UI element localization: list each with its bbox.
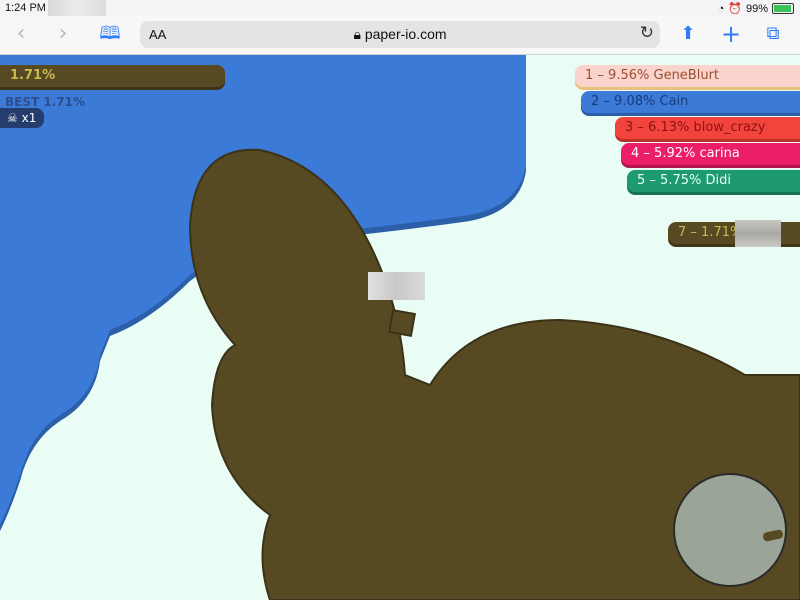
percent: 9.56% [608, 68, 650, 83]
leaderboard-row: 5 – 5.75% Didi [627, 170, 800, 192]
minimap-player-territory [762, 529, 784, 542]
url-label: paper-io.com [364, 26, 447, 42]
my-score-bar: 1.71% [0, 65, 225, 87]
status-icons: ◔ ⏰ 99% [718, 2, 794, 15]
percent: 9.08% [614, 94, 656, 109]
rank: 7 [678, 225, 687, 240]
address-bar[interactable]: AA 🔒︎ paper-io.com ↻ [140, 21, 660, 48]
best-value: 1.71% [43, 95, 85, 109]
player-name: Cain [659, 94, 689, 109]
leaderboard-row: 3 – 6.13% blow_crazy [615, 117, 800, 139]
battery-icon [772, 3, 794, 14]
reload-icon[interactable]: ↻ [640, 23, 654, 43]
best-label: BEST [5, 95, 40, 109]
kills-badge: ☠ x1 [0, 108, 44, 128]
percent: 5.75% [660, 173, 702, 188]
open-book-icon[interactable]: 🕮 [95, 20, 125, 48]
rank: 1 [585, 68, 594, 83]
player-name: blow_crazy [693, 120, 766, 135]
chevron-left-icon[interactable]: ‹ [6, 20, 36, 48]
browser-toolbar: ‹ › 🕮 AA 🔒︎ paper-io.com ↻ ⬆ + ⧉ [0, 16, 800, 55]
player-name: Didi [705, 173, 732, 188]
share-icon[interactable]: ⬆ [673, 20, 703, 48]
battery-percent: 99% [745, 2, 768, 15]
player-avatar [388, 309, 416, 337]
percent: 5.92% [654, 146, 696, 161]
skull-icon: ☠ [7, 111, 18, 125]
rank: 2 [591, 94, 600, 109]
player-name: carina [699, 146, 740, 161]
chevron-right-icon[interactable]: › [48, 20, 78, 48]
blurred-name [735, 220, 781, 247]
best-score: BEST 1.71% [5, 95, 85, 109]
lock-icon: 🔒︎ [353, 26, 361, 42]
player-name: GeneBlurt [653, 68, 720, 83]
plus-icon[interactable]: + [716, 20, 746, 48]
leaderboard-row-self: 7 – 1.71% [668, 220, 800, 247]
leaderboard-row: 2 – 9.08% Cain [581, 91, 800, 113]
minimap [673, 473, 787, 587]
url-text[interactable]: 🔒︎ paper-io.com [140, 26, 660, 43]
percent: 6.13% [648, 120, 690, 135]
blurred-player-name [368, 272, 425, 300]
rank: 5 [637, 173, 646, 188]
leaderboard-row: 4 – 5.92% carina [621, 143, 800, 165]
rank: 4 [631, 146, 640, 161]
tabs-icon[interactable]: ⧉ [758, 20, 788, 48]
rank: 3 [625, 120, 634, 135]
game-canvas[interactable]: 1.71% BEST 1.71% ☠ x1 1 – 9.56% GeneBlur… [0, 55, 800, 600]
leaderboard-row: 1 – 9.56% GeneBlurt [575, 65, 800, 87]
status-time: 1:24 PM [5, 2, 46, 14]
status-bar: 1:24 PM ◔ ⏰ 99% [0, 0, 800, 18]
wifi-icon: ◔ [717, 2, 725, 15]
kills-count: x1 [21, 111, 37, 125]
alarm-icon: ⏰ [728, 3, 742, 15]
